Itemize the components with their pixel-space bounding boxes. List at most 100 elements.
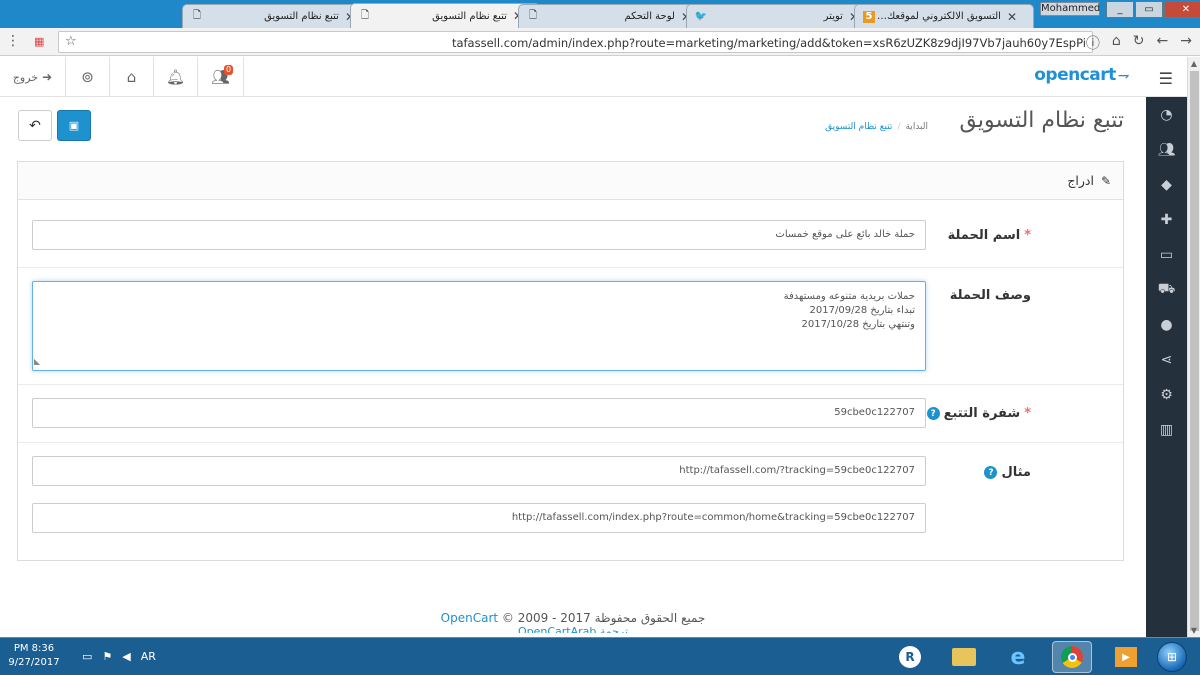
- extension-icon[interactable]: ▦: [34, 35, 44, 48]
- example-label: مثال ?: [980, 465, 1031, 480]
- chrome-icon[interactable]: [1052, 641, 1092, 673]
- campaign-name-label: * اسم الحملة: [948, 228, 1031, 243]
- menu-dots-icon[interactable]: ⋮: [6, 33, 20, 49]
- tab-title: التسويق الالكتروني لموقعك او لمـ: [875, 11, 1001, 22]
- footer-years: © 2009 - 2017: [501, 611, 591, 625]
- close-window-icon[interactable]: ✕: [1164, 1, 1200, 18]
- save-button[interactable]: ▣: [57, 110, 91, 141]
- example-label-text: مثال: [1001, 465, 1031, 480]
- back-button[interactable]: ↶: [18, 110, 52, 141]
- users-button[interactable]: 👥︎ 0: [198, 57, 244, 97]
- action-center-flag-icon[interactable]: ⚑: [102, 650, 112, 663]
- store-home-button[interactable]: ⌂: [110, 57, 154, 97]
- campaign-description-label-text: وصف الحملة: [949, 288, 1031, 303]
- internet-explorer-icon[interactable]: e: [998, 641, 1038, 673]
- window-controls: _ ▭ ✕: [1106, 1, 1200, 18]
- breadcrumb-separator: /: [897, 122, 901, 132]
- browser-tab[interactable]: ✕ لوحة التحكم 🗋: [518, 4, 708, 28]
- breadcrumb-home[interactable]: البداية: [905, 122, 928, 132]
- admin-header: خروج ➜ ⊚ ⌂ 🔔︎ 👥︎ 0 opencart ⇁ ☰: [0, 57, 1187, 97]
- media-player-icon[interactable]: ▶: [1106, 641, 1146, 673]
- description-line: حملات بريدية متنوعه ومستهدفة: [783, 291, 915, 302]
- browser-tab[interactable]: ✕ التسويق الالكتروني لموقعك او لمـ 5: [854, 4, 1034, 28]
- main-content: تتبع نظام التسويق البداية / تتبع نظام ال…: [0, 97, 1146, 637]
- tags-icon[interactable]: ◆: [1146, 167, 1187, 202]
- tab-title: لوحة التحكم: [624, 11, 675, 22]
- r-app-icon[interactable]: R: [890, 641, 930, 673]
- os-taskbar: PM 8:36 9/27/2017 ▭ ⚑ ◀ AR R e ▶ ⊞: [0, 637, 1200, 675]
- site-favicon: 5: [863, 10, 875, 23]
- browser-tab-active[interactable]: ✕ تتبع نظام التسويق 🗋: [350, 3, 540, 28]
- reload-icon[interactable]: ↻: [1133, 33, 1145, 53]
- browser-tab[interactable]: ✕ تويتر 🐦: [686, 4, 876, 28]
- footer-translation[interactable]: ترجمة OpenCartArab: [0, 625, 1146, 633]
- reply-arrow-icon: ↶: [29, 117, 41, 134]
- browser-tab-strip: ✕ تتبع نظام التسويق 🗋 ✕ تتبع نظام التسوي…: [0, 0, 1200, 28]
- sign-out-icon: ➜: [42, 70, 53, 84]
- extensions-puzzle-icon[interactable]: ✚: [1146, 202, 1187, 237]
- scrollbar-thumb[interactable]: [1190, 71, 1199, 631]
- back-icon[interactable]: →: [1180, 33, 1192, 53]
- form-panel: ✎ ادراج * اسم الحملة حملة خالد بائع على …: [17, 161, 1124, 561]
- form-row-description: وصف الحملة حملات بريدية متنوعه ومستهدفة …: [18, 268, 1123, 385]
- notifications-button[interactable]: 🔔︎: [154, 57, 198, 97]
- browser-tab[interactable]: ✕ تتبع نظام التسويق 🗋: [182, 4, 372, 28]
- bookmark-star-icon[interactable]: ☆: [65, 34, 77, 49]
- form-row-example: مثال ? http://tafassell.com/?tracking=59…: [18, 443, 1123, 561]
- life-ring-icon: ⊚: [81, 68, 94, 86]
- opencart-logo[interactable]: opencart ⇁: [1034, 65, 1129, 85]
- scroll-up-icon[interactable]: ▲: [1188, 59, 1200, 68]
- language-indicator[interactable]: AR: [141, 650, 156, 663]
- design-monitor-icon[interactable]: ▭: [1146, 237, 1187, 272]
- document-icon: 🗋: [192, 10, 202, 21]
- scroll-down-icon[interactable]: ▼: [1188, 626, 1200, 635]
- example-url-input-1[interactable]: http://tafassell.com/?tracking=59cbe0c12…: [32, 456, 926, 486]
- help-question-icon[interactable]: ?: [984, 466, 998, 479]
- tab-title: تتبع نظام التسويق: [264, 11, 339, 22]
- menu-toggle-icon[interactable]: ☰: [1159, 69, 1173, 88]
- dashboard-icon[interactable]: ◔: [1146, 97, 1187, 132]
- logo-text: opencart: [1034, 65, 1116, 85]
- address-bar: ⋮ ▦ ☆ tafassell.com/admin/index.php?rout…: [0, 28, 1200, 56]
- help-question-icon[interactable]: ?: [926, 407, 940, 420]
- forward-icon[interactable]: ←: [1157, 33, 1169, 53]
- help-button[interactable]: ⊚: [66, 57, 110, 97]
- network-icon[interactable]: ▭: [82, 650, 92, 663]
- marketing-share-icon[interactable]: ⋖: [1146, 342, 1187, 377]
- windows-logo-icon: ⊞: [1157, 642, 1187, 672]
- cart-logo-icon: ⇁: [1117, 68, 1130, 84]
- browser-user-badge[interactable]: Mohammed: [1040, 2, 1100, 16]
- logout-button[interactable]: خروج ➜: [0, 57, 66, 97]
- campaign-description-textarea[interactable]: حملات بريدية متنوعه ومستهدفة تبداء بتاري…: [32, 281, 926, 371]
- close-tab-icon[interactable]: ✕: [1007, 10, 1017, 24]
- resize-grip-icon[interactable]: ◢: [34, 355, 40, 369]
- panel-title: ادراج: [1067, 173, 1094, 188]
- volume-icon[interactable]: ◀: [122, 650, 130, 663]
- campaign-description-label: وصف الحملة: [950, 288, 1031, 303]
- description-line: وتنتهي بتاريخ 2017/10/28: [801, 319, 915, 330]
- breadcrumb-current[interactable]: تتبع نظام التسويق: [825, 122, 892, 132]
- footer-opencart-link[interactable]: OpenCart: [441, 611, 498, 625]
- home-icon: ⌂: [126, 68, 137, 86]
- tracking-code-input[interactable]: 59cbe0c122707: [32, 398, 926, 428]
- maximize-icon[interactable]: ▭: [1135, 1, 1163, 18]
- customers-icon[interactable]: 👥︎: [1146, 132, 1187, 167]
- user-icon[interactable]: ●: [1146, 307, 1187, 342]
- file-explorer-icon[interactable]: [944, 641, 984, 673]
- settings-gear-icon[interactable]: ⚙: [1146, 377, 1187, 412]
- home-icon[interactable]: ⌂: [1112, 33, 1121, 53]
- campaign-name-input[interactable]: حملة خالد بائع على موقع خمسات: [32, 220, 926, 250]
- page-title: تتبع نظام التسويق: [959, 108, 1124, 133]
- minimize-icon[interactable]: _: [1106, 1, 1134, 18]
- tab-title: تتبع نظام التسويق: [432, 10, 507, 22]
- system-clock[interactable]: PM 8:36 9/27/2017: [4, 642, 64, 670]
- tab-title: تويتر: [823, 11, 843, 22]
- example-url-input-2[interactable]: http://tafassell.com/index.php?route=com…: [32, 503, 926, 533]
- campaign-name-label-text: اسم الحملة: [947, 228, 1021, 243]
- page-scrollbar[interactable]: ▲ ▼: [1187, 57, 1200, 637]
- start-button[interactable]: ⊞: [1152, 639, 1192, 675]
- reports-bar-chart-icon[interactable]: ▥: [1146, 412, 1187, 447]
- sales-cart-icon[interactable]: ⛟: [1146, 272, 1187, 307]
- info-icon[interactable]: ⓘ: [1086, 33, 1100, 53]
- url-field[interactable]: ☆ tafassell.com/admin/index.php?route=ma…: [58, 31, 1093, 53]
